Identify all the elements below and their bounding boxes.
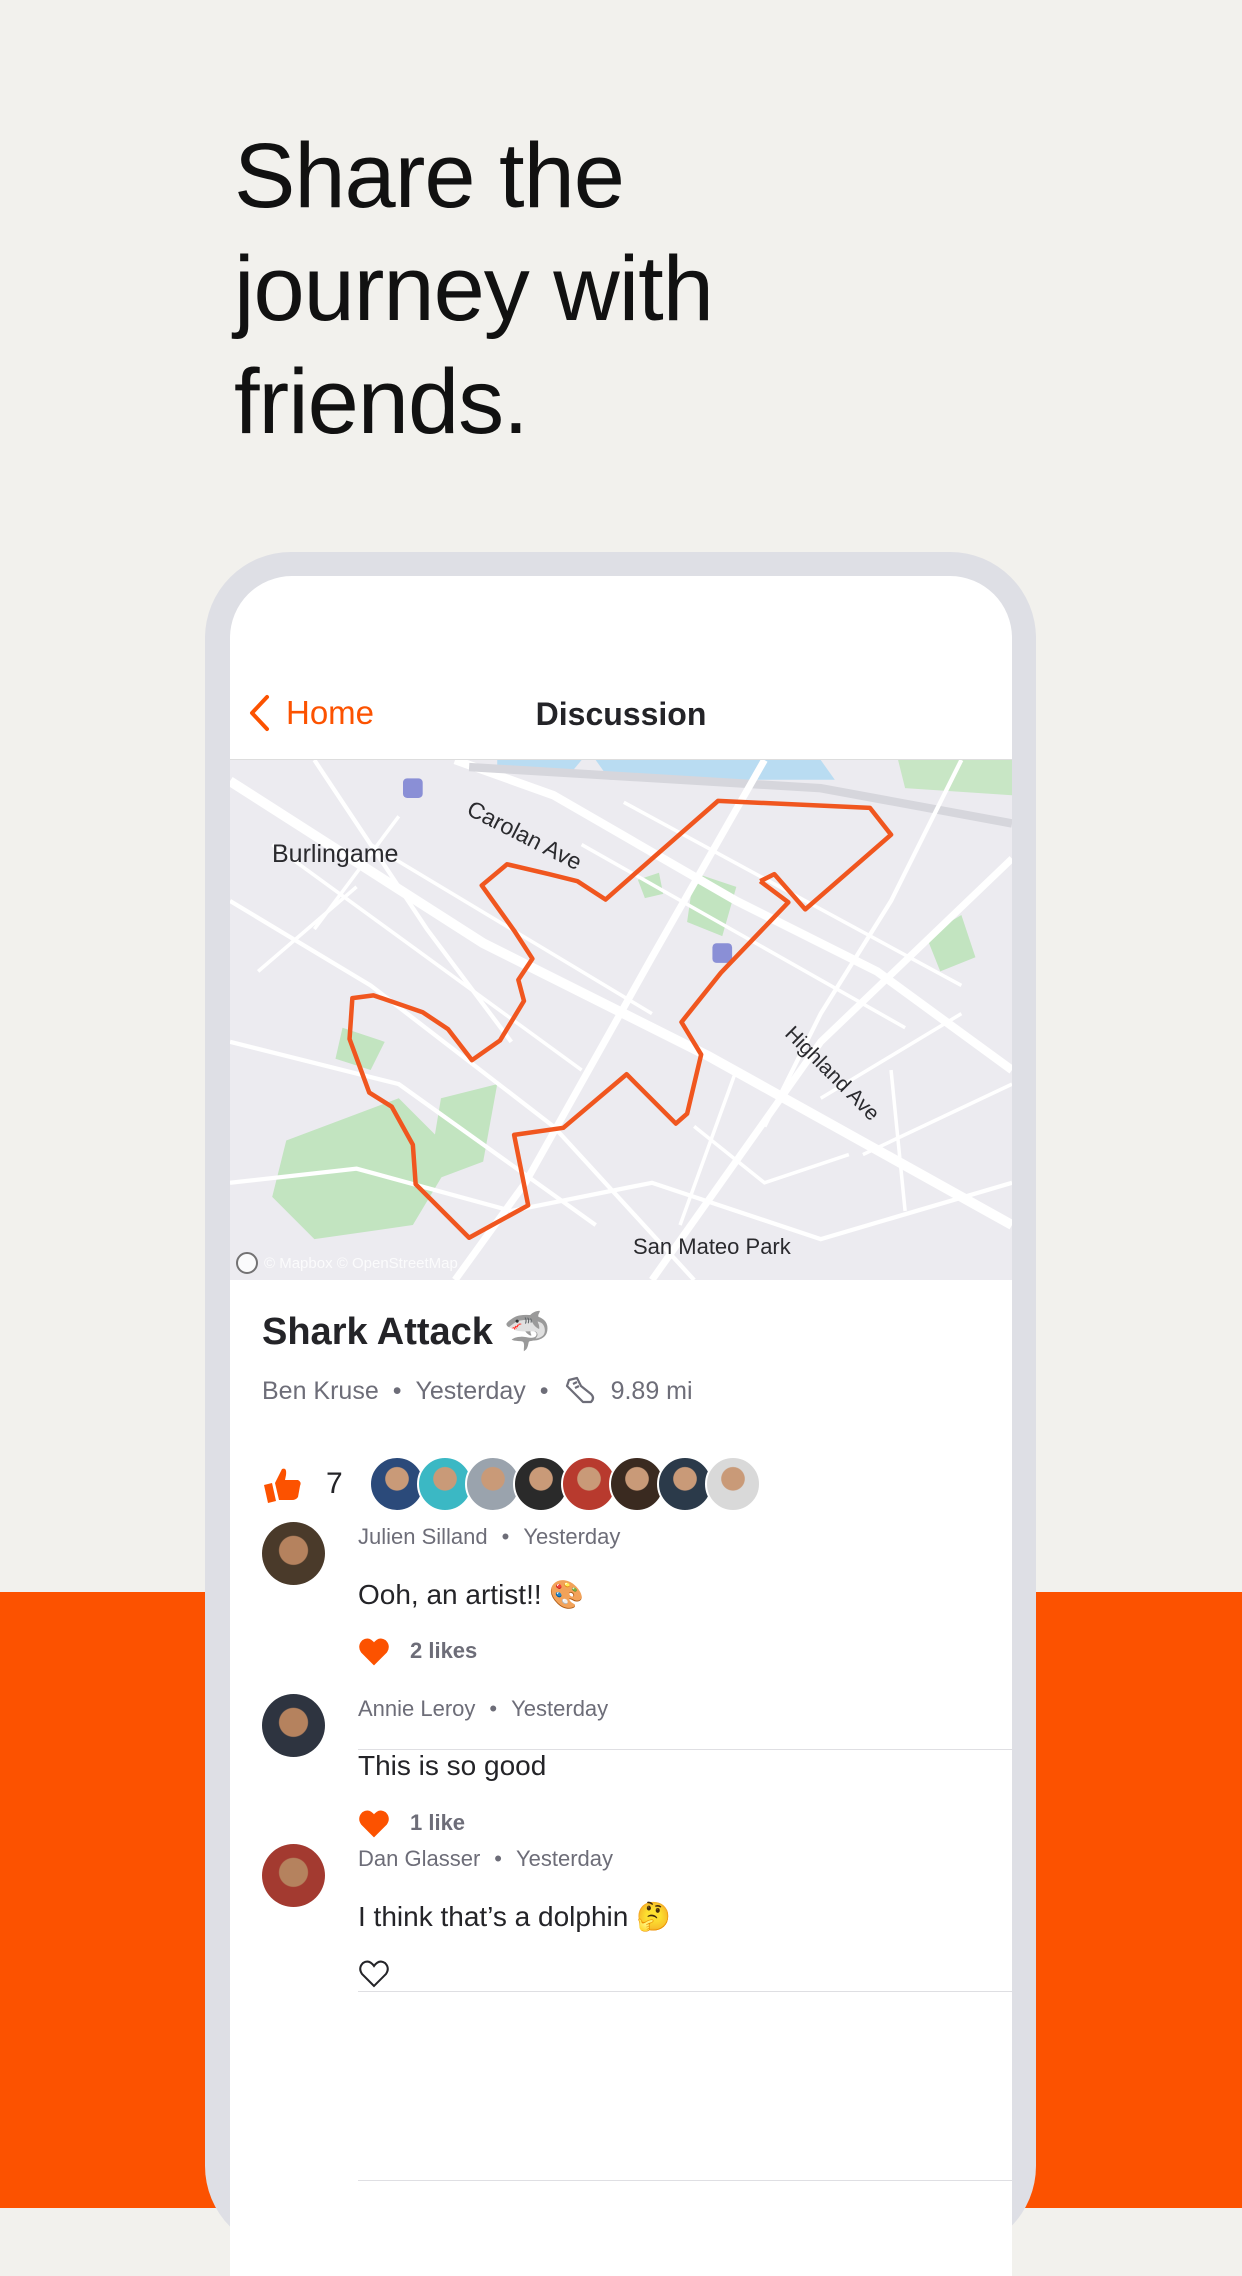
comment-author[interactable]: Dan Glasser [358,1846,480,1871]
separator-dot: • [392,1376,402,1405]
activity-distance: 9.89 mi [610,1376,693,1405]
comment-time: Yesterday [523,1524,621,1549]
avatar[interactable] [262,1844,325,1907]
attribution-text: © Mapbox © OpenStreetMap [264,1254,458,1272]
comment-time: Yesterday [511,1696,609,1721]
comment-text: This is so good [358,1750,547,1781]
map-canvas [230,756,1012,1283]
divider [358,2180,1012,2181]
route-map[interactable]: Burlingame Carolan Ave Highland Ave San … [230,756,1012,1283]
running-shoe-icon [565,1376,594,1404]
heart-filled-icon[interactable] [358,1636,390,1666]
comment-header: Annie Leroy • Yesterday [358,1696,608,1722]
avatar[interactable] [704,1456,761,1512]
separator-dot: • [489,1696,498,1721]
headline-line: journey with [234,238,714,340]
thumbs-up-icon[interactable] [262,1463,304,1505]
kudos-avatars[interactable] [368,1456,761,1512]
headline-line: friends. [234,351,529,453]
separator-dot: • [539,1376,549,1405]
like-count[interactable]: 1 like [410,1810,465,1836]
comment-likes [358,1958,410,1988]
comment-likes: 2 likes [358,1636,477,1666]
headline-line: Share the [234,125,625,227]
comment-time: Yesterday [515,1846,614,1871]
map-label-city: Burlingame [272,840,399,868]
kudos-row[interactable]: 7 [262,1456,761,1512]
comment-author[interactable]: Julien Silland [358,1524,488,1549]
comment-header: Dan Glasser • Yesterday [358,1846,613,1872]
mapbox-logo-icon [236,1252,258,1274]
separator-dot: • [494,1846,502,1871]
divider [358,1991,1012,1992]
comment-likes: 1 like [358,1808,465,1838]
comment-text: Ooh, an artist!! 🎨 [358,1579,585,1610]
separator-dot: • [501,1524,510,1549]
avatar[interactable] [262,1522,325,1585]
comment-text: I think that’s a dolphin 🤔 [358,1901,671,1932]
comment-author[interactable]: Annie Leroy [358,1696,475,1721]
activity-meta: Ben Kruse • Yesterday • 9.89 mi [262,1374,693,1408]
heart-filled-icon[interactable] [358,1808,390,1838]
like-count[interactable]: 2 likes [410,1638,477,1664]
kudos-count[interactable]: 7 [326,1467,343,1501]
nav-bar: Home Discussion [230,676,1012,759]
map-attribution[interactable]: © Mapbox © OpenStreetMap [236,1252,458,1274]
avatar[interactable] [262,1694,325,1757]
page-title: Discussion [535,696,707,732]
map-label-park: San Mateo Park [633,1234,791,1259]
heart-outline-icon[interactable] [358,1958,390,1988]
comment-header: Julien Silland • Yesterday [358,1524,620,1550]
activity-date: Yesterday [415,1376,526,1405]
headline: Share the journey with friends. [234,120,714,459]
phone-screen: Home Discussion Burlingame Carolan Ave H… [230,576,1012,2276]
athlete-name[interactable]: Ben Kruse [262,1377,379,1406]
activity-title: Shark Attack 🦈 [262,1311,551,1353]
